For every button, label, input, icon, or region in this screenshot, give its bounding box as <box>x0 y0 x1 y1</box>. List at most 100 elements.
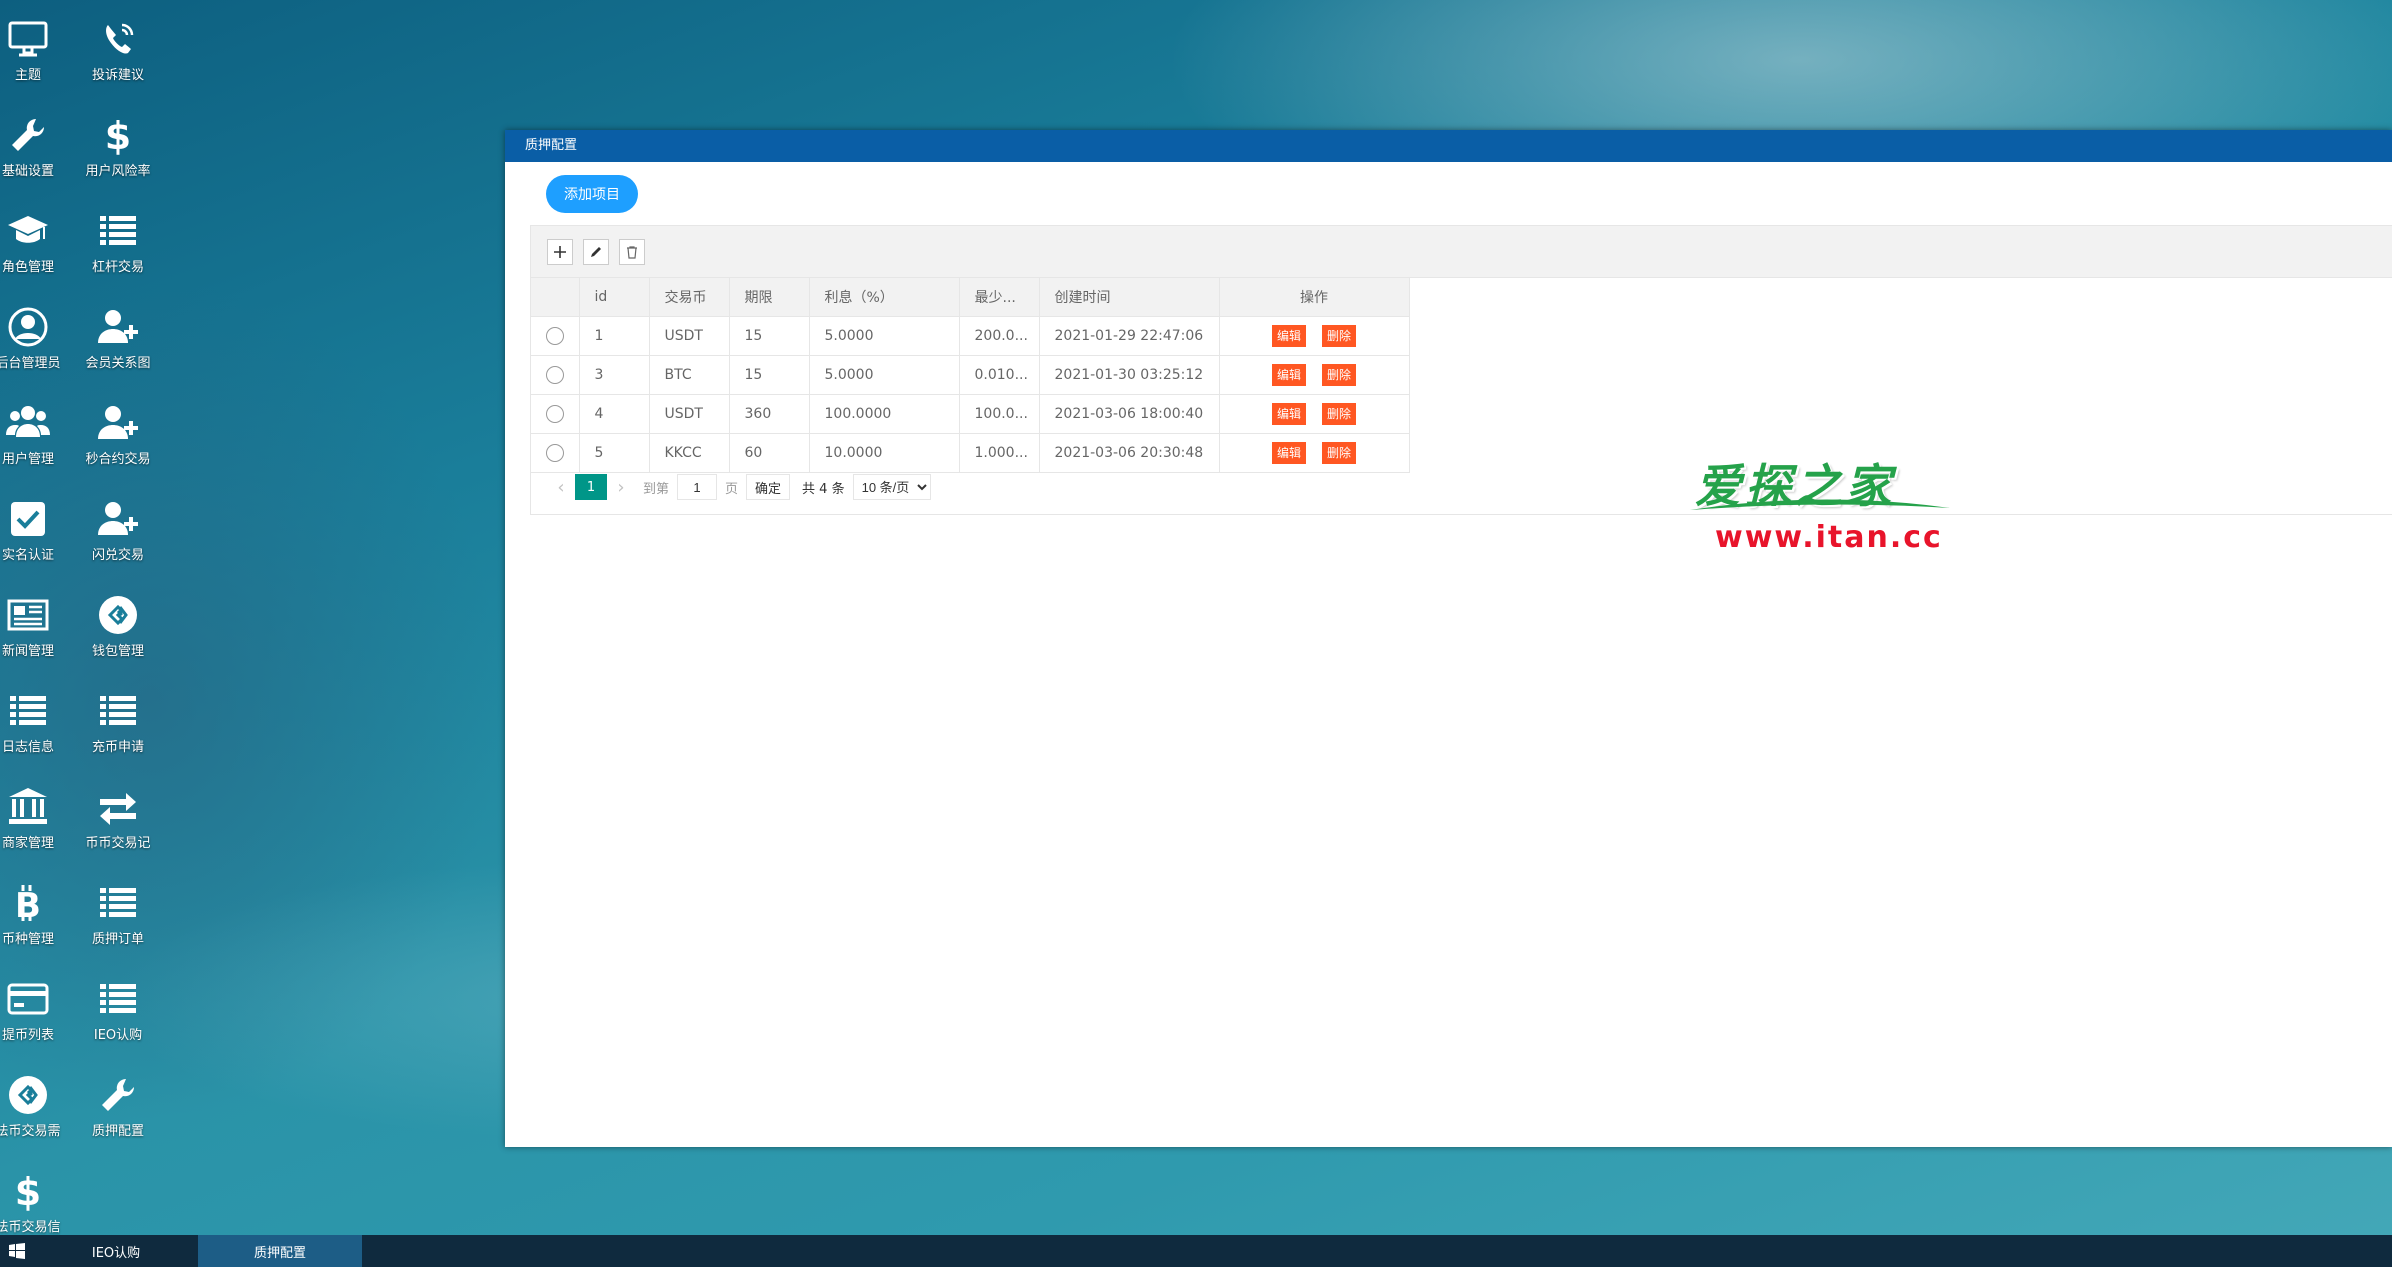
desktop-shortcut[interactable]: $ 法币交易信 <box>0 1152 73 1244</box>
prev-page-icon[interactable]: ‹ <box>547 474 575 500</box>
window-title[interactable]: 质押配置 <box>505 130 2392 162</box>
desktop-shortcut[interactable]: 秒合约交易 <box>73 384 163 476</box>
desktop-shortcut[interactable]: 币币交易记 <box>73 768 163 860</box>
delete-button[interactable]: 删除 <box>1322 441 1357 464</box>
user-circle-icon <box>3 302 53 352</box>
desktop-shortcut[interactable]: B 币种管理 <box>0 864 73 956</box>
add-project-button[interactable]: 添加项目 <box>546 175 638 213</box>
exchange-icon <box>93 782 143 832</box>
bank-icon <box>3 782 53 832</box>
desktop-shortcut-label: 法币交易需 <box>0 1124 61 1139</box>
desktop-shortcut[interactable]: IEO认购 <box>73 960 163 1052</box>
desktop-shortcut-label: 闪兑交易 <box>91 548 144 563</box>
checkbox-icon <box>3 494 53 544</box>
row-radio[interactable] <box>545 404 564 423</box>
desktop-shortcut-label: 提币列表 <box>1 1028 54 1043</box>
edit-button[interactable]: 编辑 <box>1271 324 1306 347</box>
add-row-button[interactable] <box>547 238 573 265</box>
cell-created: 2021-03-06 20:30:48 <box>1039 433 1220 473</box>
wallet-circle-icon <box>93 590 143 640</box>
page-size-select[interactable]: 10 条/页 <box>852 474 931 500</box>
header-coin[interactable]: 交易币 <box>649 278 730 317</box>
page-number-input[interactable] <box>677 474 718 500</box>
desktop-shortcut-label: 秒合约交易 <box>85 452 151 467</box>
desktop-shortcut-label: 质押订单 <box>91 932 144 947</box>
desktop-shortcut[interactable]: 商家管理 <box>0 768 73 860</box>
table-row[interactable]: 3 BTC 15 5.0000 0.010... 2021-01-30 03:25:12 编… <box>531 355 1410 395</box>
row-radio[interactable] <box>545 365 564 384</box>
taskbar-item-ieo[interactable]: IEO认购 <box>34 1235 198 1267</box>
cell-id: 5 <box>579 433 650 473</box>
cell-coin: KKCC <box>649 433 730 473</box>
desktop-shortcut[interactable]: 投诉建议 <box>73 0 163 92</box>
site-watermark: 爱探之家 www.itan.cc <box>1685 450 1960 560</box>
desktop-shortcut[interactable]: 角色管理 <box>0 192 73 284</box>
desktop-shortcut-label: 实名认证 <box>1 548 54 563</box>
delete-button[interactable]: 删除 <box>1322 324 1357 347</box>
dollar-icon: $ <box>93 110 143 160</box>
desktop-shortcut[interactable]: 质押订单 <box>73 864 163 956</box>
desktop-shortcut[interactable]: 提币列表 <box>0 960 73 1052</box>
edit-button[interactable]: 编辑 <box>1271 441 1306 464</box>
taskbar-item-pledge-config[interactable]: 质押配置 <box>198 1235 362 1267</box>
cell-created: 2021-01-29 22:47:06 <box>1039 316 1220 356</box>
cell-coin: USDT <box>649 394 730 434</box>
list-icon <box>93 974 143 1024</box>
cell-term: 15 <box>729 355 810 395</box>
bitcoin-icon: B <box>3 878 53 928</box>
dollar-icon: $ <box>3 1166 53 1216</box>
desktop-shortcut-label: 钱包管理 <box>91 644 144 659</box>
desktop-shortcut[interactable]: 实名认证 <box>0 480 73 572</box>
header-created[interactable]: 创建时间 <box>1039 278 1220 317</box>
desktop-shortcut[interactable]: 质押配置 <box>73 1056 163 1148</box>
edit-row-button[interactable] <box>583 238 609 265</box>
cell-actions: 编辑 删除 <box>1219 355 1410 395</box>
header-term[interactable]: 期限 <box>729 278 810 317</box>
desktop-shortcut[interactable]: 后台管理员 <box>0 288 73 380</box>
user-plus-icon <box>93 302 143 352</box>
header-id[interactable]: id <box>579 278 650 317</box>
table-row[interactable]: 4 USDT 360 100.0000 100.0... 2021-03-06 18:00… <box>531 394 1410 434</box>
row-radio[interactable] <box>545 443 564 462</box>
desktop-shortcut-label: 主题 <box>14 68 41 83</box>
desktop-shortcut[interactable]: 日志信息 <box>0 672 73 764</box>
desktop-shortcut[interactable]: 钱包管理 <box>73 576 163 668</box>
desktop-shortcut[interactable]: 会员关系图 <box>73 288 163 380</box>
desktop-shortcut[interactable]: 杠杆交易 <box>73 192 163 284</box>
header-interest[interactable]: 利息（%） <box>809 278 960 317</box>
cell-interest: 10.0000 <box>809 433 960 473</box>
cell-actions: 编辑 删除 <box>1219 394 1410 434</box>
table-header-row: id 交易币 期限 利息（%） 最少... 创建时间 操作 <box>531 278 1410 317</box>
cell-coin: BTC <box>649 355 730 395</box>
goto-confirm-button[interactable]: 确定 <box>746 474 791 500</box>
desktop-shortcut[interactable]: 基础设置 <box>0 96 73 188</box>
delete-row-button[interactable] <box>619 238 645 265</box>
desktop-shortcut[interactable]: 闪兑交易 <box>73 480 163 572</box>
desktop-shortcut[interactable]: 充币申请 <box>73 672 163 764</box>
edit-button[interactable]: 编辑 <box>1271 363 1306 386</box>
start-button[interactable] <box>0 1235 34 1267</box>
list-icon <box>93 206 143 256</box>
header-min[interactable]: 最少... <box>959 278 1040 317</box>
current-page[interactable]: 1 <box>575 474 607 500</box>
delete-button[interactable]: 删除 <box>1322 402 1357 425</box>
credit-card-icon <box>3 974 53 1024</box>
header-select <box>531 278 580 317</box>
table-toolbar <box>531 226 2392 278</box>
cell-actions: 编辑 删除 <box>1219 316 1410 356</box>
trash-icon <box>627 245 637 259</box>
next-page-icon[interactable]: › <box>607 474 635 500</box>
users-icon <box>3 398 53 448</box>
desktop-shortcut[interactable]: 用户管理 <box>0 384 73 476</box>
desktop-shortcut[interactable]: 法币交易需 <box>0 1056 73 1148</box>
cell-id: 3 <box>579 355 650 395</box>
table-row[interactable]: 5 KKCC 60 10.0000 1.000... 2021-03-06 20:30:4… <box>531 433 1410 473</box>
desktop-shortcut[interactable]: 新闻管理 <box>0 576 73 668</box>
desktop-shortcut[interactable]: 主题 <box>0 0 73 92</box>
row-radio[interactable] <box>545 326 564 345</box>
desktop-shortcut-label: 基础设置 <box>1 164 54 179</box>
edit-button[interactable]: 编辑 <box>1271 402 1306 425</box>
table-row[interactable]: 1 USDT 15 5.0000 200.0... 2021-01-29 22:47:06… <box>531 316 1410 356</box>
delete-button[interactable]: 删除 <box>1322 363 1357 386</box>
desktop-shortcut[interactable]: $ 用户风险率 <box>73 96 163 188</box>
